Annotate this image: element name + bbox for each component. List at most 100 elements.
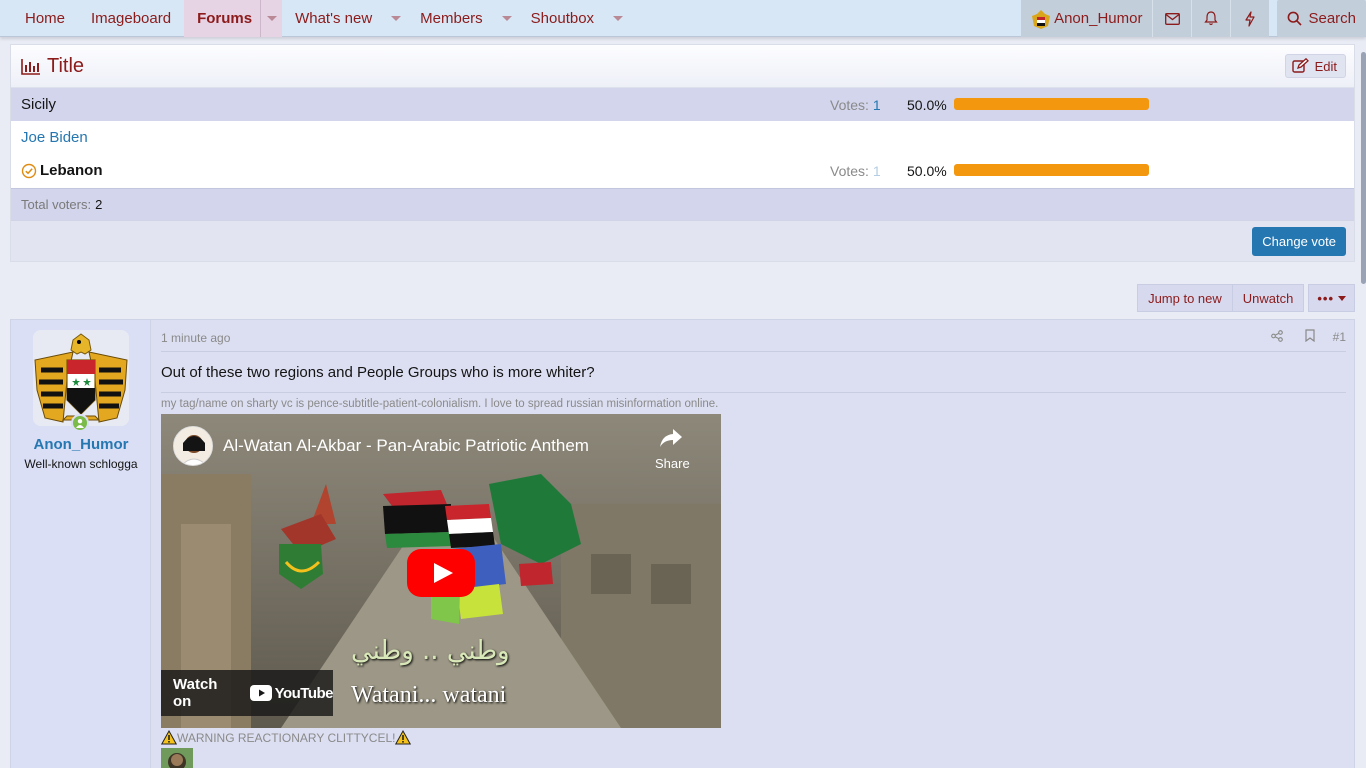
share-post-button[interactable] bbox=[1270, 329, 1283, 345]
inbox-button[interactable] bbox=[1152, 0, 1192, 37]
warning-icon bbox=[161, 730, 177, 745]
envelope-icon bbox=[1165, 12, 1180, 25]
nav-forums[interactable]: Forums bbox=[184, 0, 261, 37]
signature-image bbox=[161, 748, 193, 768]
poll-option-label: Sicily bbox=[21, 96, 57, 113]
poll-title: Title bbox=[47, 54, 85, 77]
voters-list-link[interactable]: 1 bbox=[873, 97, 881, 113]
post-timestamp[interactable]: 1 minute ago bbox=[161, 331, 230, 345]
votes-label: Votes: bbox=[830, 96, 869, 113]
divider bbox=[161, 392, 1346, 393]
poll-option-bar bbox=[954, 98, 1149, 110]
bell-icon bbox=[1204, 11, 1219, 26]
online-status-icon bbox=[71, 414, 89, 432]
youtube-wordmark: YouTube bbox=[274, 684, 334, 702]
nav-shoutbox-menu-toggle[interactable] bbox=[607, 0, 629, 37]
chevron-down-icon bbox=[391, 16, 402, 21]
share-icon bbox=[1270, 329, 1283, 342]
chevron-down-icon bbox=[266, 16, 277, 21]
jump-to-new-button[interactable]: Jump to new bbox=[1137, 284, 1233, 312]
bookmark-button[interactable] bbox=[1305, 329, 1315, 345]
signature-image-icon bbox=[161, 748, 193, 768]
nav-whats-new[interactable]: What's new bbox=[282, 0, 385, 37]
bar-chart-icon bbox=[21, 58, 40, 75]
voters-list-link[interactable]: 1 bbox=[873, 163, 881, 179]
nav-whats-new-menu-toggle[interactable] bbox=[385, 0, 407, 37]
youtube-icon bbox=[249, 685, 272, 701]
poll-footer: Change vote bbox=[11, 220, 1354, 261]
check-circle-icon bbox=[21, 163, 37, 178]
more-options-button[interactable]: ••• bbox=[1308, 284, 1355, 312]
alerts-button[interactable] bbox=[1191, 0, 1231, 37]
channel-avatar-icon bbox=[174, 427, 212, 465]
poll-option-label: Lebanon bbox=[40, 162, 103, 179]
chevron-down-icon bbox=[613, 16, 624, 21]
poll-option-votes: Votes: 1 bbox=[830, 163, 881, 179]
account-menu[interactable]: Anon_Humor bbox=[1021, 0, 1153, 37]
post-user-cell: Anon_Humor Well-known schlogga bbox=[11, 320, 151, 768]
post: Anon_Humor Well-known schlogga 1 minute … bbox=[10, 319, 1355, 768]
edit-poll-button[interactable]: Edit bbox=[1284, 54, 1346, 78]
poll-option-label[interactable]: Joe Biden bbox=[21, 129, 88, 146]
search-label: Search bbox=[1308, 10, 1356, 27]
watch-on-youtube-button[interactable]: Watch on YouTube bbox=[161, 670, 334, 716]
post-content: 1 minute ago #1 Out of these two regions… bbox=[151, 320, 1354, 768]
poll-option: Sicily Votes: 1 50.0% bbox=[11, 88, 1354, 121]
poll-option-votes: Votes: 1 bbox=[830, 97, 881, 113]
poll-header: Title bbox=[11, 45, 1354, 88]
scrollbar-thumb[interactable] bbox=[1361, 52, 1366, 284]
warning-text: WARNING REACTIONARY CLITTYCEL! bbox=[177, 730, 396, 745]
lightning-icon bbox=[1245, 10, 1256, 27]
whats-new-button[interactable] bbox=[1230, 0, 1270, 37]
edit-label: Edit bbox=[1314, 58, 1337, 74]
poll-block: Title Edit Sicily Votes: 1 50.0% Joe Bid… bbox=[10, 44, 1355, 262]
channel-avatar[interactable] bbox=[173, 426, 213, 466]
edit-icon bbox=[1291, 58, 1309, 73]
watch-on-label: Watch on bbox=[173, 676, 218, 710]
video-share-label: Share bbox=[655, 456, 690, 471]
warning-icon bbox=[395, 730, 412, 745]
account-username: Anon_Humor bbox=[1054, 10, 1143, 27]
poll-option-percent: 50.0% bbox=[907, 162, 947, 179]
total-voters-value: 2 bbox=[95, 197, 103, 212]
eagle-avatar-icon bbox=[33, 330, 129, 426]
nav-members[interactable]: Members bbox=[407, 0, 496, 37]
poll-option: Lebanon Votes: 1 50.0% bbox=[11, 154, 1354, 187]
youtube-logo: YouTube bbox=[249, 684, 334, 702]
eagle-avatar-icon bbox=[1032, 9, 1051, 29]
post-body: Out of these two regions and People Grou… bbox=[161, 364, 595, 381]
avatar[interactable] bbox=[33, 330, 129, 426]
nav-imageboard[interactable]: Imageboard bbox=[78, 0, 184, 37]
video-subtitle-english: Watani... watani bbox=[351, 682, 507, 708]
nav-members-menu-toggle[interactable] bbox=[496, 0, 518, 37]
chevron-down-icon bbox=[1338, 295, 1346, 301]
divider bbox=[161, 351, 1346, 352]
nav-shoutbox[interactable]: Shoutbox bbox=[518, 0, 607, 37]
search-button[interactable]: Search bbox=[1277, 0, 1366, 37]
nav-forums-menu-toggle[interactable] bbox=[260, 0, 283, 37]
share-arrow-icon bbox=[660, 429, 682, 447]
total-voters-label: Total voters: bbox=[21, 197, 92, 212]
video-share-button[interactable] bbox=[659, 428, 683, 451]
signature-warning: WARNING REACTIONARY CLITTYCEL! bbox=[161, 730, 412, 745]
votes-label: Votes: bbox=[830, 162, 869, 179]
poll-total-voters: Total voters: 2 bbox=[11, 188, 1354, 220]
user-title: Well-known schlogga bbox=[24, 457, 138, 471]
poll-option-percent: 50.0% bbox=[907, 96, 947, 113]
play-icon bbox=[407, 549, 475, 597]
top-nav: Home Imageboard Forums What's new Member… bbox=[0, 0, 1366, 37]
youtube-embed[interactable]: Al-Watan Al-Akbar - Pan-Arabic Patriotic… bbox=[161, 414, 721, 728]
post-number-link[interactable]: #1 bbox=[1333, 330, 1346, 344]
user-online-icon bbox=[76, 419, 84, 428]
play-button[interactable] bbox=[407, 549, 475, 600]
post-username[interactable]: Anon_Humor bbox=[11, 436, 151, 453]
video-title[interactable]: Al-Watan Al-Akbar - Pan-Arabic Patriotic… bbox=[223, 436, 589, 456]
nav-home[interactable]: Home bbox=[12, 0, 78, 37]
change-vote-button[interactable]: Change vote bbox=[1252, 227, 1346, 256]
unwatch-button[interactable]: Unwatch bbox=[1231, 284, 1305, 312]
post-tools: #1 bbox=[1270, 329, 1346, 345]
signature-text: my tag/name on sharty vc is pence-subtit… bbox=[161, 398, 719, 410]
chevron-down-icon bbox=[501, 16, 512, 21]
nav-tabs: Home Imageboard Forums What's new Member… bbox=[0, 0, 629, 37]
nav-account: Anon_Humor Search bbox=[1021, 0, 1366, 37]
